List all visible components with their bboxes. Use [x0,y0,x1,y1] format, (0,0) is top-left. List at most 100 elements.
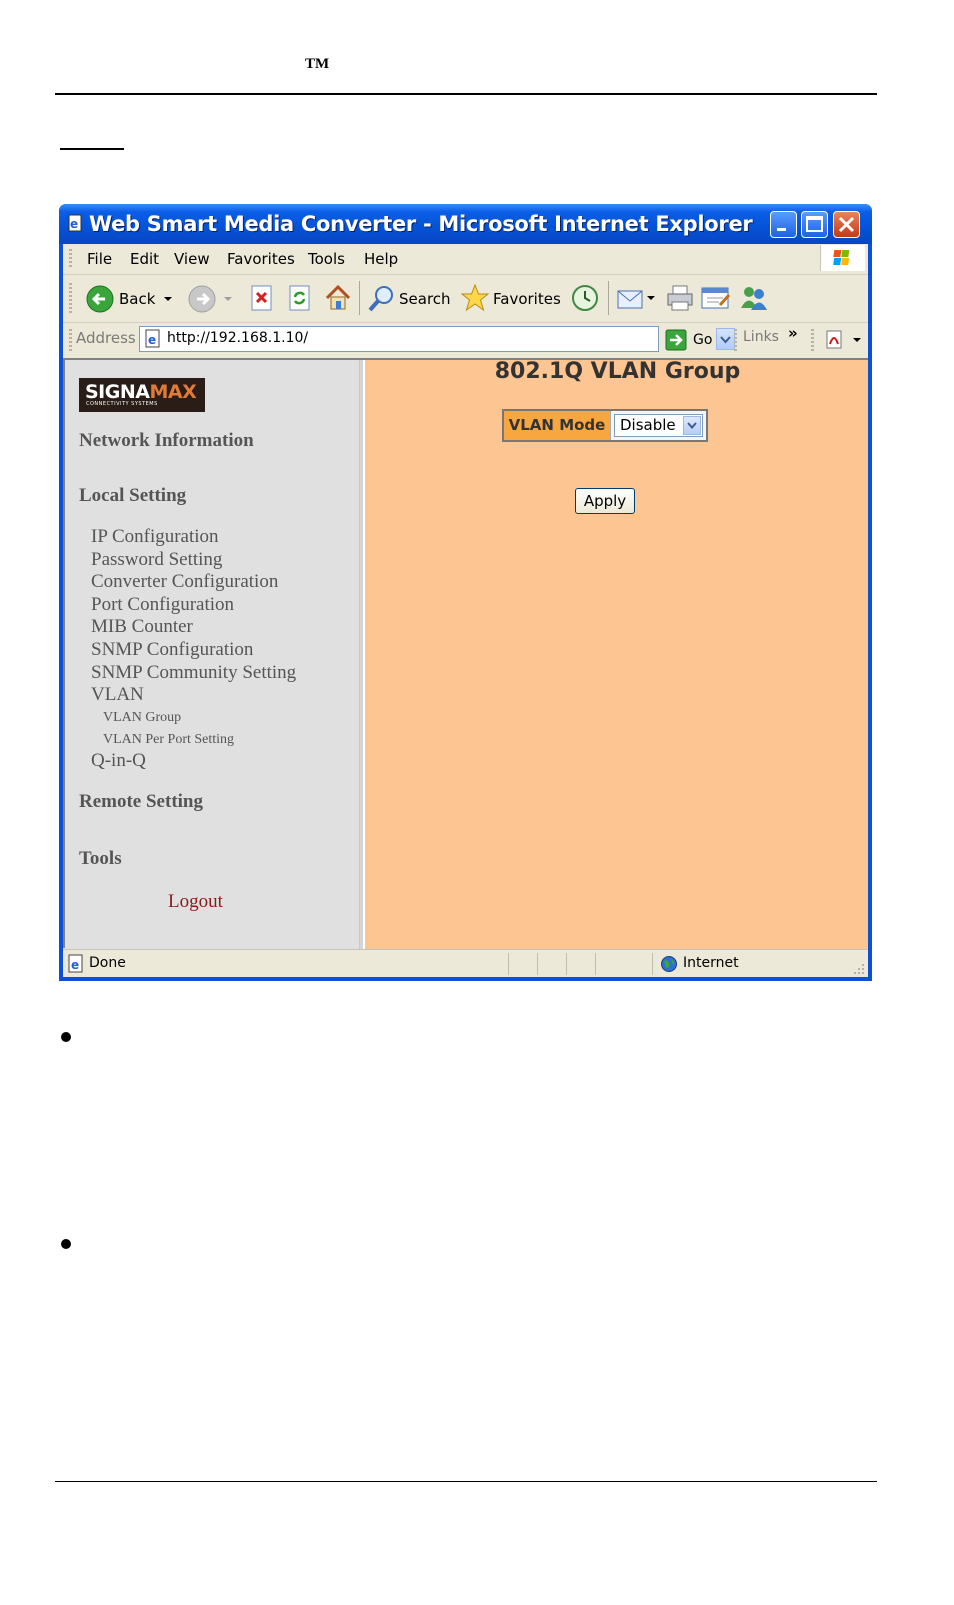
history-button[interactable] [568,275,602,322]
main-panel: 802.1Q VLAN Group VLAN Mode Disable Appl… [365,359,868,950]
sidebar-item-vlan-group[interactable]: VLAN Group [103,710,181,726]
resize-grip-icon[interactable] [852,962,866,976]
sidebar-item-ip-configuration[interactable]: IP Configuration [91,526,219,548]
browser-frame: File Edit View Favorites Tools Help Back… [63,244,868,977]
sidebar-item-q-in-q[interactable]: Q-in-Q [91,750,146,772]
go-button[interactable]: Go [665,327,725,353]
extension-grip [811,329,814,351]
sidebar-item-snmp-community-setting[interactable]: SNMP Community Setting [91,662,296,684]
ie-page-icon: e [145,329,160,348]
section-underline [60,148,124,150]
status-cell-divider [595,953,596,975]
logout-link[interactable]: Logout [168,891,223,913]
sidebar-tools[interactable]: Tools [79,848,122,870]
menu-file[interactable]: File [87,250,112,268]
home-icon [325,284,351,310]
home-button[interactable] [321,275,355,322]
menu-edit[interactable]: Edit [130,250,159,268]
vlan-mode-label: VLAN Mode [504,411,611,440]
address-input[interactable]: e http://192.168.1.10/ [139,326,735,352]
sidebar: SIGNAMAX CONNECTIVITY SYSTEMS Network In… [65,360,361,950]
back-label: Back [119,290,156,308]
sidebar-remote-setting[interactable]: Remote Setting [79,791,203,813]
links-chevron[interactable]: » [788,324,798,342]
minimize-icon [777,228,786,231]
close-button[interactable] [833,211,860,238]
sidebar-item-converter-configuration[interactable]: Converter Configuration [91,571,278,593]
vlan-mode-select[interactable]: Disable [614,414,703,437]
go-label: Go [693,332,713,348]
sidebar-item-mib-counter[interactable]: MIB Counter [91,616,193,638]
windows-flag-icon [833,250,850,265]
ie-window: e Web Smart Media Converter - Microsoft … [59,204,872,981]
print-button[interactable] [663,275,695,322]
sidebar-network-information[interactable]: Network Information [79,430,254,452]
chevron-down-icon [687,422,697,430]
toolbar-grip [69,283,72,315]
messenger-button[interactable] [737,275,771,322]
history-icon [572,285,598,311]
vlan-mode-dropdown-button[interactable] [683,416,701,435]
minimize-button[interactable] [770,211,797,238]
sidebar-item-password-setting[interactable]: Password Setting [91,549,222,571]
edit-button[interactable] [699,275,733,322]
favorites-star-icon [460,283,490,312]
address-grip [69,329,72,351]
forward-arrow-icon [188,285,216,313]
sidebar-item-vlan-per-port-setting[interactable]: VLAN Per Port Setting [103,732,234,748]
stop-icon [251,285,272,311]
stop-button[interactable] [247,275,277,322]
status-cell-divider [537,953,538,975]
sidebar-item-port-configuration[interactable]: Port Configuration [91,594,234,616]
mail-icon [617,290,655,309]
back-button[interactable]: Back [83,275,178,322]
menu-help[interactable]: Help [364,250,398,268]
logo-text-white: SIGNA [85,381,150,403]
links-label[interactable]: Links [743,329,779,345]
window-title: Web Smart Media Converter - Microsoft In… [89,212,753,236]
close-icon [838,216,855,233]
header-rule [55,93,877,95]
back-arrow-icon [86,285,114,313]
ie-page-icon: e [68,214,82,232]
logo-text: SIGNAMAX [85,381,197,403]
search-label: Search [399,290,451,308]
status-cell-divider [652,953,653,975]
forward-button[interactable] [185,275,235,322]
windows-logo [820,245,865,271]
search-button[interactable]: Search [365,275,455,322]
back-dropdown-icon [164,297,172,301]
status-text: Done [89,955,126,971]
acrobat-icon [826,330,861,349]
sidebar-local-setting[interactable]: Local Setting [79,485,186,507]
links-grip [734,329,737,351]
page-title: 802.1Q VLAN Group [494,359,741,384]
footer-rule [55,1481,877,1482]
standard-toolbar: Back Search Favorites [63,275,868,323]
internet-globe-icon [661,956,677,972]
sidebar-item-snmp-configuration[interactable]: SNMP Configuration [91,639,253,661]
toolbar-separator-2 [608,281,609,315]
title-bar[interactable]: e Web Smart Media Converter - Microsoft … [59,204,872,244]
menu-tools[interactable]: Tools [308,250,345,268]
maximize-button[interactable] [801,211,828,238]
address-bar: Address e http://192.168.1.10/ Go Links … [63,323,868,357]
search-icon [368,286,393,312]
maximize-icon [806,216,823,232]
status-cell-divider [566,953,567,975]
address-label: Address [76,329,136,347]
favorites-label: Favorites [493,290,561,308]
menu-view[interactable]: View [174,250,210,268]
trademark-symbol: TM [305,56,330,72]
menu-favorites[interactable]: Favorites [227,250,295,268]
mail-button[interactable] [615,275,659,322]
apply-button[interactable]: Apply [575,488,635,514]
refresh-button[interactable] [285,275,315,322]
favorites-button[interactable]: Favorites [459,275,561,322]
menu-bar: File Edit View Favorites Tools Help [63,244,868,275]
sidebar-item-vlan[interactable]: VLAN [91,684,144,706]
go-arrow-icon [665,329,687,351]
acrobat-button[interactable] [823,328,865,352]
security-zone: Internet [683,955,739,971]
page-content: SIGNAMAX CONNECTIVITY SYSTEMS Network In… [63,358,868,950]
